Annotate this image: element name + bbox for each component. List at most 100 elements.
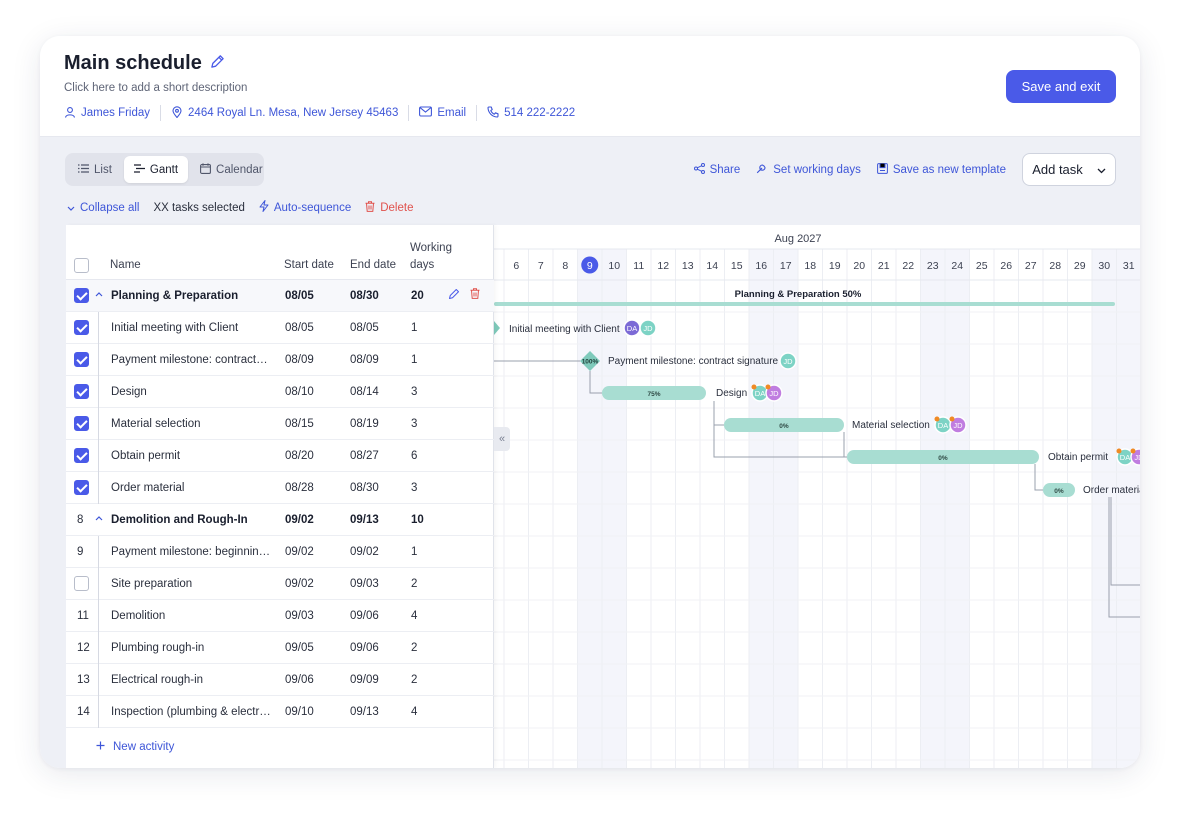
avatar-initials: DA (627, 324, 637, 333)
avatar-badge (1116, 448, 1122, 454)
day-label: 28 (1049, 260, 1061, 272)
day-label: 9 (587, 260, 593, 272)
table-row[interactable]: Material selection 08/15 08/19 3 (66, 408, 494, 440)
avatar-initials: JD (769, 389, 779, 398)
task-marker (494, 321, 500, 335)
share-button[interactable]: Share (693, 162, 740, 177)
table-row[interactable]: Initial meeting with Client 08/05 08/05 … (66, 312, 494, 344)
task-progress: 0% (1054, 488, 1064, 495)
email-link[interactable]: Email (419, 105, 478, 121)
milestone-progress: 100% (582, 359, 599, 366)
avatar-initials: DA (755, 389, 765, 398)
task-label: Design (716, 388, 747, 399)
chevron-up-icon[interactable] (95, 288, 103, 300)
indent-line (98, 376, 99, 408)
dependency-link (1034, 464, 1043, 491)
edit-row-pencil-icon[interactable] (448, 288, 460, 303)
contact-name-link[interactable]: James Friday (64, 105, 162, 121)
view-tab-calendar[interactable]: Calendar (190, 156, 273, 183)
select-all-checkbox[interactable] (74, 258, 89, 273)
day-label: 23 (927, 260, 939, 272)
auto-sequence-button[interactable]: Auto-sequence (259, 200, 351, 215)
dependency-link (713, 401, 724, 426)
indent-line (98, 536, 99, 568)
task-label: Initial meeting with Client (509, 324, 620, 335)
chevron-up-icon[interactable] (95, 512, 103, 524)
table-row[interactable]: Payment milestone: contract… 08/09 08/09… (66, 344, 494, 376)
avatar-initials: JD (1134, 453, 1140, 462)
gantt-icon (133, 163, 145, 176)
task-table: Name Start date End date Working days Pl… (66, 225, 494, 768)
phone-icon (487, 105, 499, 121)
table-row[interactable]: 14 Inspection (plumbing & electr… 09/10 … (66, 696, 494, 728)
delete-button[interactable]: Delete (365, 200, 413, 215)
gantt-toolbar: Share Set working days Save as new templ… (693, 153, 1116, 186)
save-as-template-button[interactable]: Save as new template (876, 162, 1006, 177)
row-checkbox[interactable] (74, 576, 89, 591)
collapse-panel-button[interactable]: « (494, 427, 510, 451)
view-tab-list[interactable]: List (68, 156, 122, 183)
mail-icon (419, 106, 433, 120)
task-progress: 0% (938, 455, 948, 462)
lightning-icon (259, 200, 269, 215)
row-checkbox[interactable] (74, 320, 89, 335)
day-label: 17 (780, 260, 792, 272)
chevron-down-icon (67, 202, 75, 214)
indent-line (98, 664, 99, 696)
day-label: 10 (608, 260, 620, 272)
table-row[interactable]: Site preparation 09/02 09/03 2 (66, 568, 494, 600)
avatar-badge (949, 416, 955, 422)
calendar-icon (200, 162, 211, 177)
view-tab-gantt[interactable]: Gantt (123, 156, 189, 183)
set-working-days-button[interactable]: Set working days (756, 162, 861, 177)
table-row-group[interactable]: 8 Demolition and Rough-In 09/02 09/13 10 (66, 504, 494, 536)
avatar-badge (1130, 448, 1136, 454)
new-activity-button[interactable]: New activity (96, 741, 174, 753)
col-header-name[interactable]: Name (110, 259, 141, 271)
row-checkbox[interactable] (74, 416, 89, 431)
table-row[interactable]: Obtain permit 08/20 08/27 6 (66, 440, 494, 472)
task-label: Material selection (852, 420, 930, 431)
group-bar (494, 302, 1115, 306)
list-icon (78, 163, 89, 176)
group-bar-label: Planning & Preparation 50% (735, 289, 862, 300)
address-link[interactable]: 2464 Royal Ln. Mesa, New Jersey 45463 (171, 105, 410, 121)
indent-line (98, 632, 99, 664)
indent-line (98, 696, 99, 728)
indent-line (98, 408, 99, 440)
table-row-group[interactable]: Planning & Preparation 08/05 08/30 20 (66, 280, 494, 312)
col-header-working-1[interactable]: Working (410, 242, 452, 254)
avatar-initials: DA (938, 421, 948, 430)
chevron-down-icon (1097, 162, 1106, 177)
task-label: Obtain permit (1048, 452, 1108, 463)
row-checkbox[interactable] (74, 480, 89, 495)
row-checkbox[interactable] (74, 448, 89, 463)
table-row[interactable]: Design 08/10 08/14 3 (66, 376, 494, 408)
col-header-start[interactable]: Start date (284, 259, 334, 271)
plus-icon (96, 741, 105, 753)
col-header-end[interactable]: End date (350, 259, 396, 271)
table-row[interactable]: 12 Plumbing rough-in 09/05 09/06 2 (66, 632, 494, 664)
day-label: 16 (755, 260, 767, 272)
description-placeholder[interactable]: Click here to add a short description (64, 82, 247, 94)
phone-link[interactable]: 514 222-2222 (487, 105, 585, 121)
table-row[interactable]: 9 Payment milestone: beginnin… 09/02 09/… (66, 536, 494, 568)
table-row[interactable]: 13 Electrical rough-in 09/06 09/09 2 (66, 664, 494, 696)
indent-line (98, 568, 99, 600)
table-row[interactable]: 11 Demolition 09/03 09/06 4 (66, 600, 494, 632)
row-checkbox[interactable] (74, 352, 89, 367)
delete-row-trash-icon[interactable] (470, 288, 480, 302)
day-label: 22 (902, 260, 914, 272)
day-label: 21 (878, 260, 890, 272)
table-row[interactable]: Order material 08/28 08/30 3 (66, 472, 494, 504)
add-task-dropdown[interactable]: Add task (1022, 153, 1116, 186)
col-header-working-2: days (410, 259, 435, 271)
selection-bar: Collapse all XX tasks selected Auto-sequ… (67, 200, 413, 215)
collapse-all-button[interactable]: Collapse all (67, 202, 139, 214)
row-checkbox[interactable] (74, 288, 89, 303)
day-label: 29 (1074, 260, 1086, 272)
title-text: Main schedule (64, 52, 202, 74)
save-and-exit-button[interactable]: Save and exit (1006, 70, 1116, 103)
edit-pencil-icon[interactable] (210, 52, 225, 75)
row-checkbox[interactable] (74, 384, 89, 399)
